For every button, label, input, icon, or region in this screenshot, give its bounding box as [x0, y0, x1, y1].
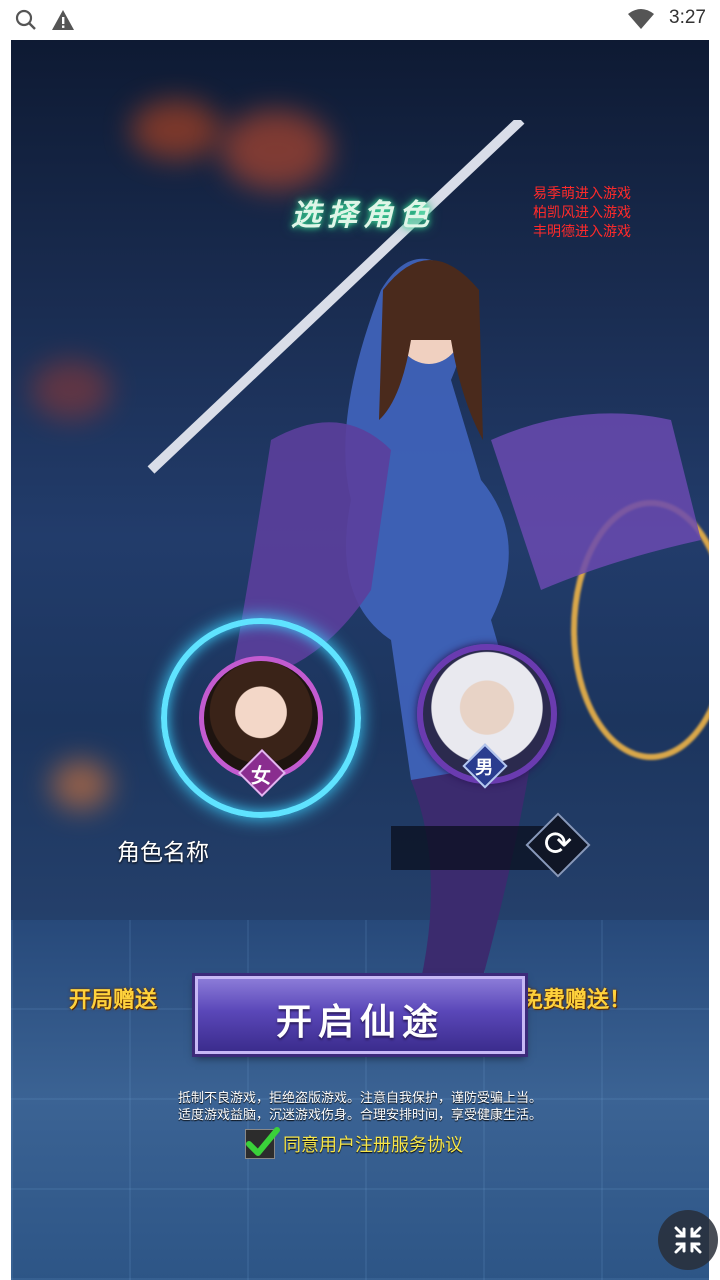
agreement-checkbox[interactable] [245, 1127, 280, 1159]
game-screen: 选择角色 易季萌进入游戏 柏凯风进入游戏 丰明德进入游戏 女 男 角色名称 ⟳ … [11, 40, 709, 1280]
notice-line: 抵制不良游戏，拒绝盗版游戏。注意自我保护，谨防受骗上当。 [177, 1091, 542, 1106]
collapse-button[interactable] [658, 1210, 718, 1270]
wifi-icon [628, 9, 654, 33]
heroine-illustration [147, 120, 701, 1020]
status-time: 3:27 [669, 7, 706, 28]
random-name-button[interactable]: ⟳ [525, 812, 591, 878]
page-title: 选择角色 [291, 198, 435, 233]
lantern-glow [51, 760, 111, 810]
collapse-icon [674, 1226, 702, 1254]
start-game-button[interactable]: 开启仙途 [195, 976, 525, 1054]
check-icon [246, 1127, 280, 1156]
warning-icon [51, 8, 75, 36]
agreement-link[interactable]: 同意用户注册服务协议 [283, 1131, 463, 1157]
gender-label: 男 [475, 757, 494, 779]
name-label: 角色名称 [117, 840, 209, 866]
female-character-option[interactable]: 女 [161, 618, 361, 818]
join-message: 丰明德进入游戏 [533, 224, 631, 240]
search-icon[interactable] [14, 8, 38, 36]
lantern-glow [31, 360, 111, 420]
male-character-option[interactable]: 男 [417, 644, 557, 789]
join-message: 易季萌进入游戏 [533, 186, 631, 202]
join-feed: 易季萌进入游戏 柏凯风进入游戏 丰明德进入游戏 [533, 185, 703, 242]
start-button-label: 开启仙途 [275, 1001, 444, 1043]
status-bar: 3:27 [0, 0, 720, 38]
notice-line: 适度游戏益脑，沉迷游戏伤身。合理安排时间，享受健康生活。 [177, 1108, 542, 1123]
gender-label: 女 [250, 763, 271, 788]
join-message: 柏凯风进入游戏 [533, 205, 631, 221]
gift-text: 免费赠送！ [521, 988, 632, 1013]
gift-text: 开局赠送 [69, 988, 158, 1013]
agreement-row[interactable]: 同意用户注册服务协议 [245, 1127, 463, 1160]
health-notice: 抵制不良游戏，拒绝盗版游戏。注意自我保护，谨防受骗上当。 适度游戏益脑，沉迷游戏… [11, 1090, 709, 1124]
refresh-icon: ⟳ [543, 824, 573, 864]
title-banner: 选择角色 [273, 190, 453, 234]
